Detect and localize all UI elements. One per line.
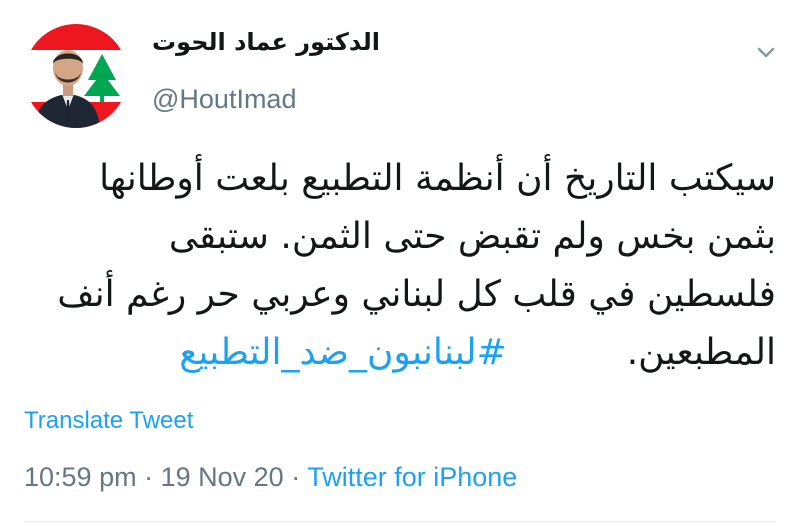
tweet-source-link[interactable]: Twitter for iPhone (307, 462, 517, 492)
tweet-time[interactable]: 10:59 pm (24, 462, 137, 492)
meta-separator: · (144, 462, 154, 492)
tweet-line: سيكتب التاريخ أن أنظمة التطبيع بلعت أوطا… (99, 158, 776, 199)
tweet-text: سيكتب التاريخ أن أنظمة التطبيع بلعت أوطا… (24, 150, 776, 382)
chevron-down-icon[interactable] (752, 40, 780, 64)
hashtag-link[interactable]: #لبنانبون_ضد_التطبيع (179, 332, 506, 373)
user-handle[interactable]: @HoutImad (152, 84, 296, 115)
tweet-card: الدكتور عماد الحوت @HoutImad سيكتب التار… (0, 0, 800, 525)
tweet-line-last: المطبعين. #لبنانبون_ضد_التطبيع (24, 324, 776, 382)
display-name[interactable]: الدكتور عماد الحوت (150, 28, 380, 56)
tweet-last-words: المطبعين. (626, 332, 776, 373)
tweet-date[interactable]: 19 Nov 20 (161, 462, 284, 492)
tweet-line: فلسطين في قلب كل لبناني وعربي حر رغم أنف (57, 274, 776, 315)
divider (24, 521, 776, 522)
meta-separator: · (291, 462, 301, 492)
translate-tweet-link[interactable]: Translate Tweet (24, 407, 193, 435)
avatar[interactable] (24, 24, 128, 128)
avatar-image (24, 24, 128, 128)
tweet-meta: 10:59 pm · 19 Nov 20 · Twitter for iPhon… (24, 462, 517, 493)
tweet-line: بثمن بخس ولم تقبض حتى الثمن. ستبقى (168, 216, 776, 257)
